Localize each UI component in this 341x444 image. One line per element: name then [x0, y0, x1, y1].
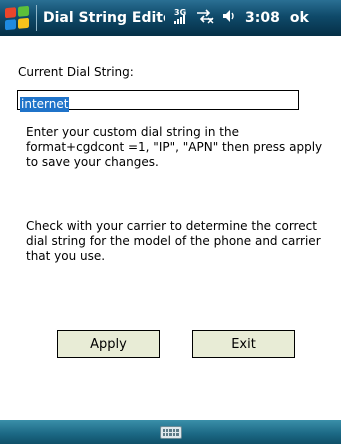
keyboard-icon[interactable]: [159, 425, 182, 439]
dial-string-value[interactable]: internet: [20, 97, 70, 112]
signal-3g-icon[interactable]: 3G: [173, 7, 189, 29]
speaker-icon[interactable]: [221, 8, 239, 28]
exit-button[interactable]: Exit: [192, 330, 295, 358]
start-button[interactable]: [0, 0, 34, 36]
dial-string-input[interactable]: internet: [17, 90, 299, 112]
windows-flag-icon: [5, 5, 29, 31]
ok-button[interactable]: ok: [290, 10, 309, 26]
instructions-paragraph: Enter your custom dial string in the for…: [26, 125, 323, 169]
clock-time[interactable]: 3:08: [245, 10, 280, 26]
title-separator: [36, 5, 37, 31]
title-bar: Dial String Editc 3G 3:08 ok: [0, 0, 341, 36]
status-icons: 3G 3:08: [173, 7, 280, 29]
current-dial-string-label: Current Dial String:: [18, 65, 134, 79]
carrier-note-paragraph: Check with your carrier to determine the…: [26, 219, 321, 263]
menu-bar: [0, 420, 341, 444]
apply-button[interactable]: Apply: [57, 330, 160, 358]
connectivity-icon[interactable]: [195, 8, 215, 28]
window-title: Dial String Editc: [43, 10, 165, 26]
